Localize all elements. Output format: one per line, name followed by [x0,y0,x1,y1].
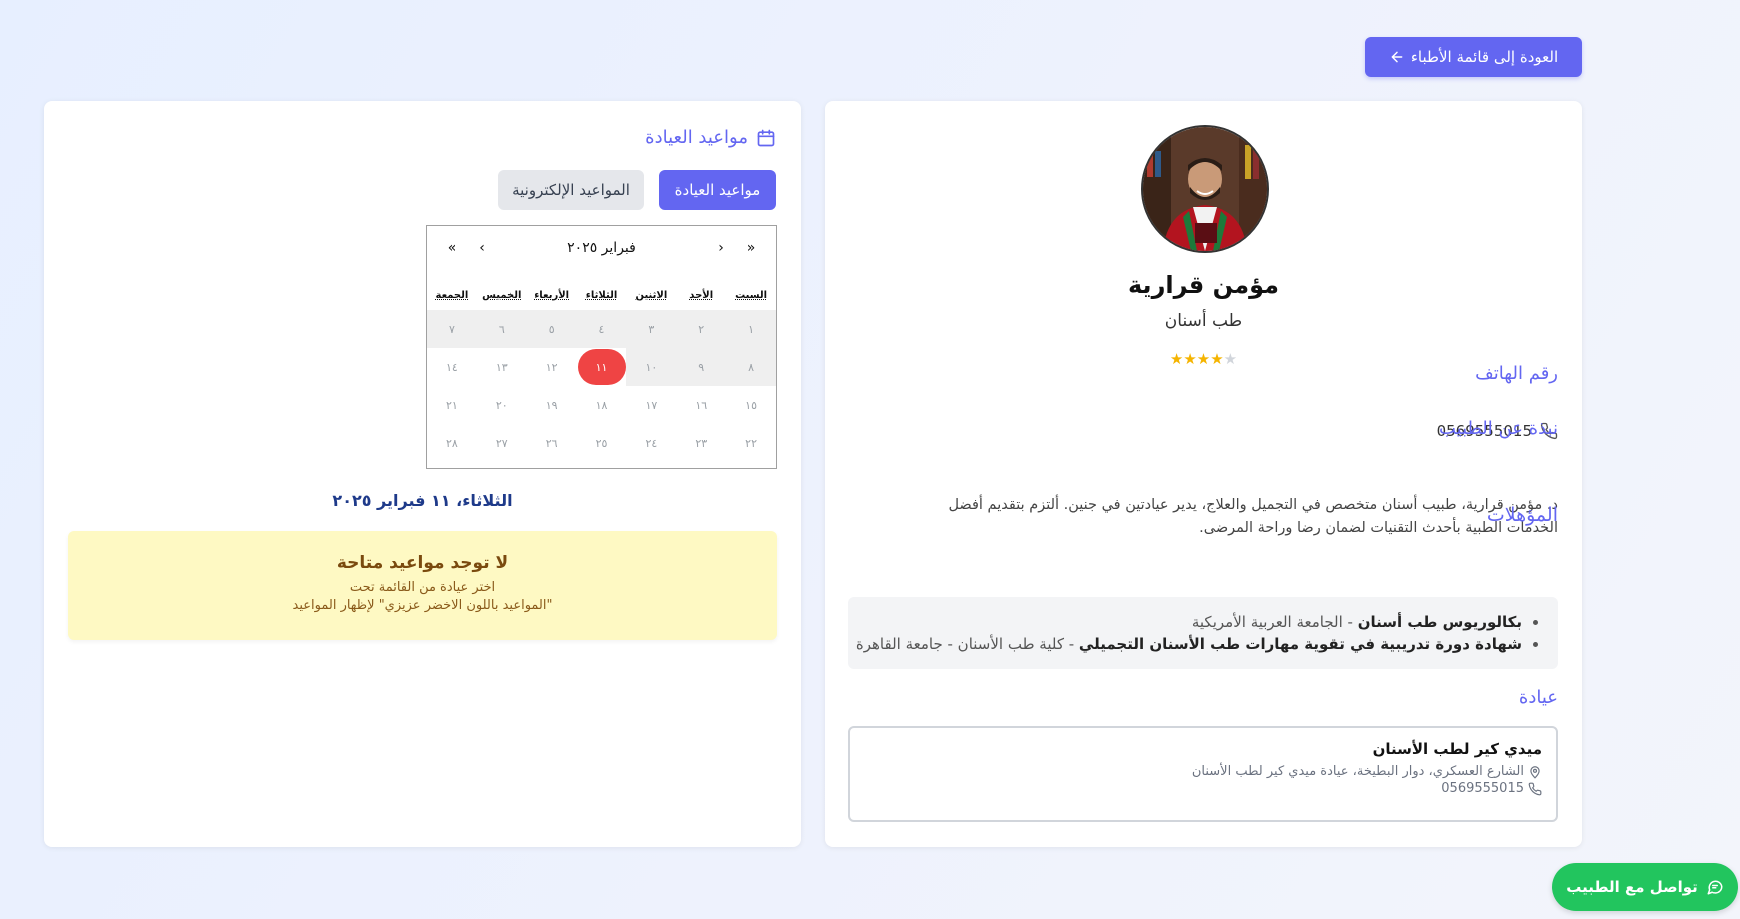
calendar-day[interactable]: ٢٧ [477,424,527,462]
selected-date: الثلاثاء، ١١ فبراير ٢٠٢٥ [332,491,513,510]
calendar-day[interactable]: ٧ [427,310,477,348]
calendar-day[interactable]: ٢٤ [626,424,676,462]
qualification-institution: - كلية طب الأسنان - جامعة القاهرة [855,635,1079,653]
tab-online-appointments[interactable]: المواعيد الإلكترونية [498,170,644,210]
weekday-label: الجمعة [435,289,469,301]
calendar-day[interactable]: ١ [726,310,776,348]
notice-line-1: اختر عيادة من القائمة تحت [349,580,496,595]
no-appointments-notice: لا توجد مواعيد متاحة اختر عيادة من القائ… [68,531,777,640]
calendar-day[interactable]: ٢١ [427,386,477,424]
calendar-day[interactable]: ٦ [476,310,527,348]
calendar-day[interactable]: ١٨ [577,386,627,424]
selected-day: ١١ [577,349,626,385]
calendar-day[interactable]: ١٩ [527,386,577,424]
calendar-day[interactable]: ٢٥ [577,424,627,462]
qualification-title: بكالوريوس طب أسنان [1357,613,1522,631]
tab-clinic-appointments[interactable]: مواعيد العيادة [659,170,776,210]
calendar-day[interactable]: ٢٦ [527,424,577,462]
back-to-doctors-button[interactable]: العودة إلى قائمة الأطباء [1365,37,1582,77]
calendar-day[interactable]: ٨ [726,348,776,386]
calendar: « ‹ فبراير ٢٠٢٥ › » السبت الأحد الاثنين الث… [426,225,777,469]
star-empty-icon: ★ [1223,350,1238,368]
map-pin-icon [1530,765,1540,779]
calendar-day[interactable]: ١٤ [427,348,477,386]
star-filled-icon: ★ [1196,350,1211,368]
bio-title: نبذة عن الطبيب [1439,418,1558,439]
calendar-day[interactable]: ٢٣ [676,424,726,462]
calendar-icon [757,129,775,146]
back-label: العودة إلى قائمة الأطباء [1410,48,1559,66]
clinic-title: عيادة [1518,687,1558,708]
weekday-label: الأربعاء [534,289,570,301]
contact-doctor-button[interactable]: تواصل مع الطبيب [1552,863,1738,911]
calendar-weekdays: السبت الأحد الاثنين الثلاثاء الأربعاء الخميس ا… [427,280,776,310]
calendar-day[interactable]: ١٠ [626,348,677,386]
calendar-day[interactable]: ١٢ [527,348,577,386]
clinic-name: ميدي كير لطب الأسنان [1372,740,1542,758]
calendar-day[interactable]: ٥ [526,310,577,348]
next-year-button[interactable]: » [437,240,467,256]
phone-title: رقم الهاتف [1475,363,1558,384]
clinic-phone-text: 0569555015 [1441,781,1524,796]
clinic-address-text: الشارع العسكري، دوار البطيخة، عيادة ميدي… [1191,764,1524,779]
qualification-institution: - الجامعة العربية الأمريكية [1191,613,1358,631]
calendar-day[interactable]: ٣ [626,310,677,348]
contact-label: تواصل مع الطبيب [1566,878,1698,896]
doctor-avatar [1141,125,1269,253]
qualification-item: بكالوريوس طب أسنان - الجامعة العربية الأ… [848,611,1522,633]
arrow-left-icon [1391,51,1403,63]
star-filled-icon: ★ [1210,350,1224,368]
chat-icon [1707,880,1723,895]
schedule-card: مواعيد العيادة مواعيد العيادة المواعيد ا… [44,101,801,847]
next-month-button[interactable]: › [467,240,497,256]
doctor-profile-card: مؤمن قرارية طب أسنان ★★★★★ رقم الهاتف 05… [825,101,1582,847]
weekday-label: السبت [735,289,768,301]
calendar-day[interactable]: ١٥ [726,386,776,424]
calendar-days: ١ ٢ ٣ ٤ ٥ ٦ ٧ ٨ ٩ ١٠ ١١ ١٢ ١٣ ١٤ ١٥ ١٦ ١٧ ١٨ ١٩ ٢٠ ٢١ ٢٢ ٢٣ ٢٤ ٢… [427,310,776,462]
qualification-item: شهادة دورة تدريبية في تقوية مهارات طب ال… [848,633,1522,655]
notice-line-2: "المواعيد باللون الاخضر عزيزي" لإظهار ال… [292,598,553,613]
star-filled-icon: ★ [1183,350,1197,368]
calendar-day[interactable]: ٤ [576,310,627,348]
weekday-label: الاثنين [635,289,668,301]
doctor-name: مؤمن قرارية [1128,271,1279,299]
star-filled-icon: ★ [1169,350,1184,368]
schedule-title-text: مواعيد العيادة [645,127,748,148]
calendar-month-label[interactable]: فبراير ٢٠٢٥ [497,240,706,256]
calendar-day[interactable]: ٢٨ [427,424,477,462]
calendar-day[interactable]: ١٧ [626,386,676,424]
avatar-image [1143,127,1267,251]
qualification-title: شهادة دورة تدريبية في تقوية مهارات طب ال… [1078,635,1522,653]
clinic-phone: 0569555015 [864,781,1542,796]
weekday-label: الثلاثاء [585,289,618,301]
prev-month-button[interactable]: ‹ [706,240,736,256]
schedule-title: مواعيد العيادة [645,127,776,148]
calendar-day[interactable]: ٢٢ [726,424,776,462]
phone-icon [1528,782,1542,795]
doctor-bio: د. مؤمن قرارية، طبيب أسنان متخصص في التج… [948,497,1558,536]
calendar-day[interactable]: ١١ [577,348,627,386]
calendar-day[interactable]: ١٦ [676,386,726,424]
calendar-day[interactable]: ٢٠ [477,386,527,424]
doctor-specialty: طب أسنان [1164,311,1243,331]
clinic-card[interactable]: ميدي كير لطب الأسنان الشارع العسكري، دوا… [848,726,1558,822]
clinic-address: الشارع العسكري، دوار البطيخة، عيادة ميدي… [864,764,1542,779]
calendar-navigation: « ‹ فبراير ٢٠٢٥ › » [427,226,776,270]
prev-year-button[interactable]: « [736,240,766,256]
doctor-rating: ★★★★★ [825,350,1582,368]
weekday-label: الأحد [689,289,714,301]
calendar-day[interactable]: ٩ [676,348,727,386]
weekday-label: الخميس [482,289,522,301]
calendar-day[interactable]: ١٣ [477,348,527,386]
qualifications-title: المؤهلات [1486,504,1558,526]
notice-title: لا توجد مواعيد متاحة [336,553,509,573]
qualifications-list: بكالوريوس طب أسنان - الجامعة العربية الأ… [848,597,1558,669]
calendar-day[interactable]: ٢ [676,310,727,348]
